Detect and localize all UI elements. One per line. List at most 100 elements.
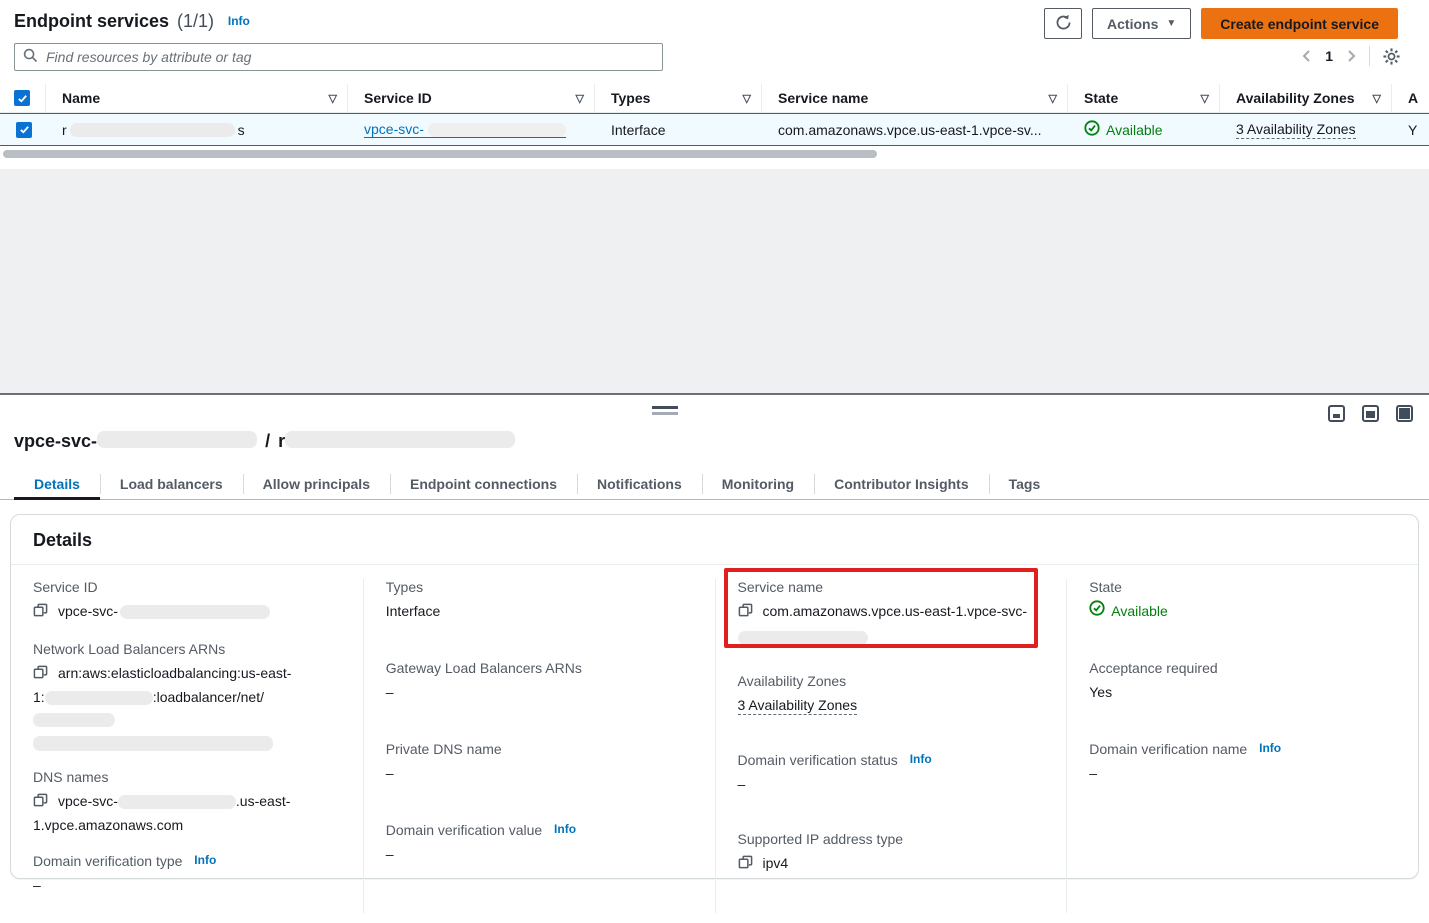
column-header-service-name[interactable]: Service name ▽ [762,84,1068,112]
cell-availability-zones: 3 Availability Zones [1220,121,1392,139]
field-supported-ip: Supported IP address type ipv4 [738,831,1043,876]
tab-notifications[interactable]: Notifications [577,469,702,499]
redacted-text [428,123,566,137]
caret-down-icon: ▼ [1166,18,1176,29]
service-id-link[interactable]: vpce-svc- [364,121,566,138]
refresh-button[interactable] [1044,8,1082,39]
column-header-types[interactable]: Types ▽ [595,84,762,112]
resource-count: (1/1) [177,11,214,31]
copy-icon[interactable] [738,854,753,876]
tab-allow-principals[interactable]: Allow principals [243,469,390,499]
split-panel: vpce-svc-/r Details Load balancers Allow… [0,393,1429,886]
actions-button[interactable]: Actions ▼ [1092,8,1191,39]
redacted-text [70,123,235,137]
column-header-name[interactable]: Name ▽ [46,84,348,112]
field-types: Types Interface [386,579,691,622]
tab-load-balancers[interactable]: Load balancers [100,469,243,499]
redacted-text [45,691,153,705]
copy-icon[interactable] [738,602,753,624]
details-column-3: Service name com.amazonaws.vpce.us-east-… [715,579,1067,913]
panel-size-medium-icon[interactable] [1362,405,1379,422]
pagination-divider [1369,46,1370,66]
page-number[interactable]: 1 [1325,48,1333,64]
actions-button-label: Actions [1107,16,1158,32]
field-availability-zones: Availability Zones 3 Availability Zones [738,673,1043,716]
panel-size-controls [1328,405,1413,422]
field-domain-verification-type: Domain verification type Info – [33,853,339,896]
details-column-1: Service ID vpce-svc- Network Load Balanc… [11,579,363,913]
redacted-text [120,605,270,619]
column-header-acceptance-clipped[interactable]: A [1392,84,1429,112]
tab-details[interactable]: Details [14,469,100,499]
field-gwlb-arns: Gateway Load Balancers ARNs – [386,660,691,703]
pagination: 1 [1301,46,1401,66]
endpoint-services-list-section: Endpoint services (1/1) Info Actions ▼ C… [0,0,1429,169]
field-service-id: Service ID vpce-svc- [33,579,339,624]
tab-monitoring[interactable]: Monitoring [702,469,814,499]
status-available-icon [1089,600,1105,622]
search-icon [23,48,38,66]
cell-name: r s [46,122,348,138]
horizontal-scrollbar[interactable] [3,150,877,158]
field-domain-verification-value: Domain verification value Info – [386,822,691,865]
panel-size-large-icon[interactable] [1396,405,1413,422]
select-all-cell [0,84,46,112]
tab-endpoint-connections[interactable]: Endpoint connections [390,469,577,499]
details-card-heading: Details [11,515,1418,565]
tab-tags[interactable]: Tags [989,469,1061,499]
filter-icon[interactable]: ▽ [329,92,337,105]
tab-bar: Details Load balancers Allow principals … [0,469,1429,500]
info-link[interactable]: Info [910,752,932,766]
tab-contributor-insights[interactable]: Contributor Insights [814,469,989,499]
copy-icon[interactable] [33,792,48,814]
column-header-availability-zones[interactable]: Availability Zones ▽ [1220,84,1392,112]
page-title: Endpoint services [14,11,169,31]
cell-acceptance-clipped: Y [1392,122,1429,138]
field-state: State Available [1089,579,1394,622]
info-link[interactable]: Info [1259,741,1281,755]
filter-icon[interactable]: ▽ [743,92,751,105]
cell-types: Interface [595,122,762,138]
column-header-state[interactable]: State ▽ [1068,84,1220,112]
field-dns-names: DNS names vpce-svc-.us-east- 1.vpce.amaz… [33,769,339,836]
redacted-text [97,431,257,448]
copy-icon[interactable] [33,602,48,624]
state-text: Available [1111,600,1168,622]
preferences-gear-icon[interactable] [1382,47,1401,66]
field-private-dns-name: Private DNS name – [386,741,691,784]
row-select-cell [0,122,46,138]
table-row[interactable]: r s vpce-svc- Interface com.amazonaws.vp… [0,113,1429,146]
details-column-2: Types Interface Gateway Load Balancers A… [363,579,715,913]
refresh-icon [1055,14,1072,34]
filter-icon[interactable]: ▽ [1201,92,1209,105]
field-nlb-arns: Network Load Balancers ARNs arn:aws:elas… [33,641,339,752]
info-link[interactable]: Info [554,822,576,836]
row-checkbox[interactable] [16,122,32,138]
availability-zones-popover[interactable]: 3 Availability Zones [738,697,858,715]
create-endpoint-service-button[interactable]: Create endpoint service [1201,8,1398,39]
panel-title: vpce-svc-/r [14,431,515,452]
panel-size-small-icon[interactable] [1328,405,1345,422]
availability-zones-popover[interactable]: 3 Availability Zones [1236,121,1356,139]
redacted-text [738,631,868,645]
panel-drag-handle[interactable] [652,406,678,415]
info-link[interactable]: Info [194,853,216,867]
search-placeholder: Find resources by attribute or tag [46,49,251,65]
search-input[interactable]: Find resources by attribute or tag [14,43,663,71]
cell-service-name: com.amazonaws.vpce.us-east-1.vpce-sv... [762,122,1068,138]
field-domain-verification-name: Domain verification name Info – [1089,741,1394,784]
redacted-text [33,736,273,751]
cell-service-id: vpce-svc- [348,121,595,138]
field-service-name: Service name com.amazonaws.vpce.us-east-… [738,579,1043,646]
filter-icon[interactable]: ▽ [576,92,584,105]
select-all-checkbox[interactable] [14,90,30,106]
header-info-link[interactable]: Info [228,14,250,28]
previous-page-icon[interactable] [1301,49,1313,63]
redacted-text [285,431,515,448]
column-header-service-id[interactable]: Service ID ▽ [348,84,595,112]
field-domain-verification-status: Domain verification status Info – [738,752,1043,795]
filter-icon[interactable]: ▽ [1049,92,1057,105]
copy-icon[interactable] [33,664,48,686]
next-page-icon[interactable] [1345,49,1357,63]
filter-icon[interactable]: ▽ [1373,92,1381,105]
